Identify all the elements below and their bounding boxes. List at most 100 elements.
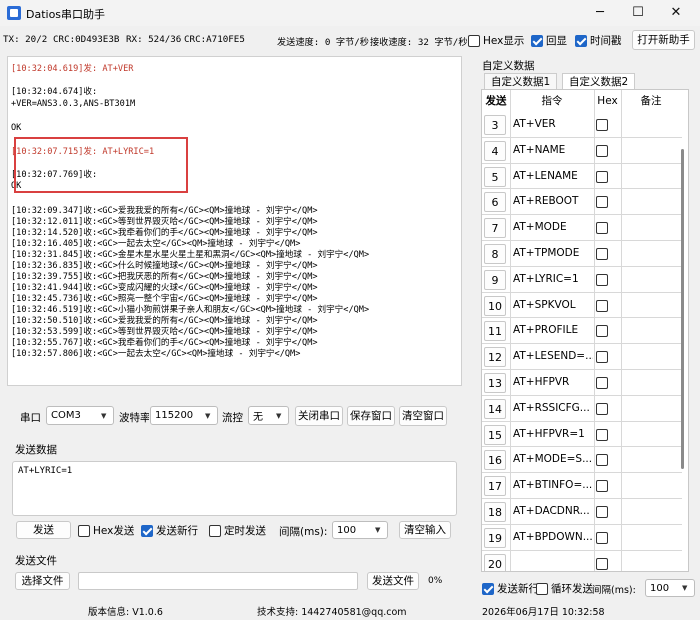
- flow-label: 流控: [222, 412, 243, 424]
- row-send-button[interactable]: 17: [484, 476, 506, 497]
- row-command-cell[interactable]: AT+BPDOWN...: [513, 525, 593, 550]
- row-hex-checkbox[interactable]: [596, 480, 608, 493]
- row-send-button[interactable]: 7: [484, 218, 506, 239]
- maximize-button[interactable]: ☐: [620, 0, 656, 26]
- port-select[interactable]: COM3 ▼: [46, 406, 114, 425]
- tab-custom-data-2[interactable]: 自定义数据2: [562, 73, 636, 89]
- echo-checkbox[interactable]: 回显: [531, 33, 567, 48]
- minimize-button[interactable]: ─: [582, 0, 618, 26]
- row-command-cell[interactable]: AT+LENAME: [513, 164, 593, 189]
- row-send-button[interactable]: 19: [484, 527, 506, 548]
- row-send-button[interactable]: 5: [484, 166, 506, 187]
- row-hex-checkbox[interactable]: [596, 325, 608, 338]
- send-newline-label: 发送新行: [156, 525, 198, 537]
- log-line: [10:32:41.944]收:<GC>变成闪耀的火球</GC><QM>撞地球 …: [11, 283, 318, 293]
- row-send-button[interactable]: 16: [484, 450, 506, 471]
- row-command-cell[interactable]: AT+TPMODE: [513, 241, 593, 266]
- row-send-button[interactable]: 6: [484, 192, 506, 213]
- close-port-button[interactable]: 关闭串口: [295, 406, 343, 426]
- table-row: 5 AT+LENAME: [482, 164, 682, 190]
- row-command-cell[interactable]: AT+DACDNR...: [513, 499, 593, 524]
- clear-input-button[interactable]: 清空输入: [399, 521, 451, 539]
- row-send-button[interactable]: 10: [484, 295, 506, 316]
- row-send-button[interactable]: 11: [484, 321, 506, 342]
- row-hex-checkbox[interactable]: [596, 428, 608, 441]
- row-hex-checkbox[interactable]: [596, 454, 608, 467]
- send-file-button[interactable]: 发送文件: [367, 572, 419, 590]
- row-hex-checkbox[interactable]: [596, 196, 608, 209]
- timed-send-checkbox[interactable]: 定时发送: [209, 523, 266, 538]
- baud-value: 115200: [155, 410, 194, 421]
- row-send-button[interactable]: 14: [484, 398, 506, 419]
- row-command-cell[interactable]: AT+MODE: [513, 215, 593, 240]
- send-text-input[interactable]: AT+LYRIC=1: [12, 461, 457, 516]
- row-command-cell[interactable]: AT+HFPVR: [513, 370, 593, 395]
- row-command-cell[interactable]: AT+NAME: [513, 138, 593, 163]
- receive-log[interactable]: [10:32:04.619]发: AT+VER [10:32:04.674]收:…: [7, 56, 462, 386]
- row-hex-checkbox[interactable]: [596, 248, 608, 260]
- flow-select[interactable]: 无 ▼: [248, 406, 289, 425]
- custom-interval-input[interactable]: 100 ▼: [645, 579, 695, 597]
- row-hex-checkbox[interactable]: [596, 402, 608, 415]
- table-row: 14 AT+RSSICFG...: [482, 396, 682, 422]
- row-hex-checkbox[interactable]: [596, 222, 608, 235]
- row-hex-checkbox[interactable]: [596, 144, 608, 157]
- custom-send-newline-checkbox[interactable]: 发送新行: [482, 581, 540, 596]
- row-hex-checkbox[interactable]: [596, 170, 608, 183]
- baud-select[interactable]: 115200 ▼: [150, 406, 218, 425]
- choose-file-button[interactable]: 选择文件: [15, 572, 70, 590]
- table-scrollbar[interactable]: [681, 149, 684, 469]
- row-command-cell[interactable]: AT+PROFILE: [513, 318, 593, 343]
- hex-send-checkbox[interactable]: Hex发送: [78, 523, 134, 538]
- row-send-button[interactable]: 18: [484, 502, 506, 522]
- row-command-cell[interactable]: AT+LYRIC=1: [513, 267, 593, 292]
- close-button[interactable]: ✕: [658, 0, 694, 26]
- row-hex-checkbox[interactable]: [596, 351, 608, 364]
- interval-value: 100: [337, 524, 357, 536]
- open-new-assistant-button[interactable]: 打开新助手: [632, 30, 695, 50]
- row-command-cell[interactable]: AT+LESEND=...: [513, 344, 593, 369]
- row-send-button[interactable]: 12: [484, 347, 506, 368]
- row-hex-checkbox[interactable]: [596, 299, 608, 312]
- row-command-cell[interactable]: AT+HFPVR=1: [513, 422, 593, 447]
- file-progress: 0%: [428, 576, 443, 586]
- row-command-cell[interactable]: AT+RSSICFG...: [513, 396, 593, 421]
- row-send-button[interactable]: 8: [484, 244, 506, 264]
- table-row: 3 AT+VER: [482, 112, 682, 138]
- row-send-button[interactable]: 13: [484, 373, 506, 393]
- loop-send-checkbox[interactable]: 循环发送: [536, 581, 594, 596]
- tab-custom-data-1[interactable]: 自定义数据1: [484, 73, 558, 89]
- footer-datetime: 2026年06月17日 10:32:58: [482, 607, 605, 618]
- log-line: [10:32:53.599]收:<GC>等到世界毁灭哈</GC><QM>撞地球 …: [11, 327, 318, 337]
- table-row: 6 AT+REBOOT: [482, 189, 682, 216]
- row-hex-checkbox[interactable]: [596, 377, 608, 389]
- clear-window-button[interactable]: 清空窗口: [399, 406, 447, 426]
- file-path-input[interactable]: [78, 572, 358, 590]
- row-hex-checkbox[interactable]: [596, 531, 608, 544]
- row-send-button[interactable]: 15: [484, 424, 506, 445]
- send-newline-checkbox[interactable]: 发送新行: [141, 523, 198, 538]
- row-command-cell[interactable]: AT+BTINFO=...: [513, 473, 593, 498]
- row-send-button[interactable]: 9: [484, 269, 506, 290]
- row-command-cell[interactable]: AT+REBOOT: [513, 189, 593, 214]
- row-hex-checkbox[interactable]: [596, 557, 608, 570]
- column-header-send: 发送: [485, 95, 507, 107]
- row-send-button[interactable]: 4: [484, 140, 506, 161]
- save-window-button[interactable]: 保存窗口: [347, 406, 395, 426]
- row-send-button[interactable]: 3: [484, 115, 506, 135]
- interval-input[interactable]: 100 ▼: [332, 521, 388, 539]
- row-hex-checkbox[interactable]: [596, 119, 608, 131]
- hex-display-checkbox[interactable]: Hex显示: [468, 33, 524, 48]
- custom-command-table: 发送 指令 Hex 备注 3 AT+VER 4 AT+NAME 5 AT+LENAME 6 A…: [481, 89, 689, 572]
- row-send-button[interactable]: 20: [484, 553, 506, 571]
- hex-send-label: Hex发送: [93, 525, 135, 537]
- timestamp-checkbox[interactable]: 时间戳: [575, 33, 622, 48]
- row-hex-checkbox[interactable]: [596, 273, 608, 286]
- hex-display-label: Hex显示: [483, 35, 525, 47]
- checkbox-icon: [468, 34, 480, 47]
- row-command-cell[interactable]: AT+SPKVOL: [513, 293, 593, 318]
- row-command-cell[interactable]: AT+MODE=S...: [513, 447, 593, 472]
- row-command-cell[interactable]: AT+VER: [513, 112, 593, 137]
- row-hex-checkbox[interactable]: [596, 506, 608, 518]
- send-button[interactable]: 发送: [16, 521, 71, 539]
